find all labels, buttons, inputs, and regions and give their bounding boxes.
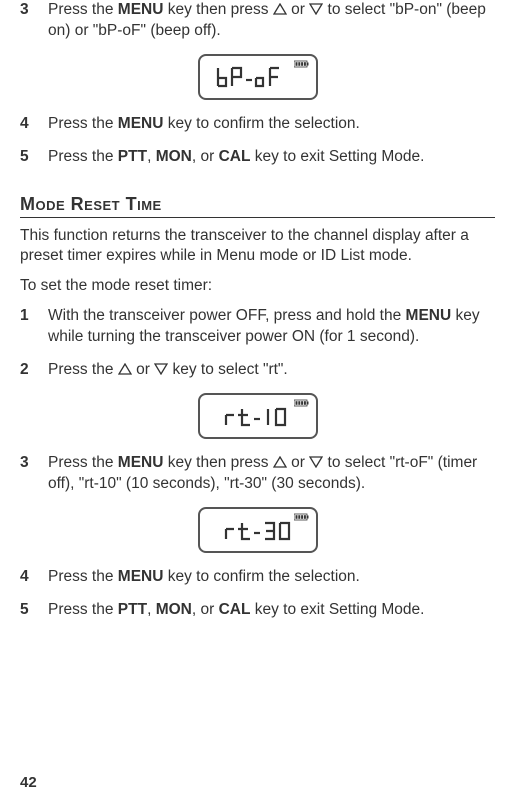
- step-number: 1: [20, 306, 48, 348]
- step-number: 5: [20, 600, 48, 621]
- text: Press the: [48, 115, 118, 132]
- text: , or: [192, 148, 219, 165]
- step-1: 1 With the transceiver power OFF, press …: [20, 306, 495, 348]
- menu-key: MENU: [406, 307, 452, 324]
- ptt-key: PTT: [118, 148, 147, 165]
- text: Press the: [48, 361, 118, 378]
- text: key then press: [163, 454, 272, 471]
- menu-key: MENU: [118, 454, 164, 471]
- ptt-key: PTT: [118, 601, 147, 618]
- step-number: 3: [20, 453, 48, 495]
- battery-icon: [294, 60, 310, 68]
- text: Press the: [48, 454, 118, 471]
- lcd-display-rt30: [20, 507, 495, 553]
- lcd-display-bpof: [20, 54, 495, 100]
- lcd-text: [208, 401, 308, 431]
- text: key to exit Setting Mode.: [250, 601, 424, 618]
- cal-key: CAL: [219, 148, 251, 165]
- lead-paragraph: To set the mode reset timer:: [20, 276, 495, 296]
- battery-icon: [294, 399, 310, 407]
- step-number: 4: [20, 567, 48, 588]
- up-arrow-icon: [118, 361, 132, 373]
- step-number: 2: [20, 360, 48, 381]
- step-text: Press the MENU key to confirm the select…: [48, 567, 495, 588]
- cal-key: CAL: [219, 601, 251, 618]
- text: ,: [147, 601, 156, 618]
- step-number: 4: [20, 114, 48, 135]
- intro-paragraph: This function returns the transceiver to…: [20, 226, 495, 266]
- text: key then press: [163, 1, 272, 18]
- step-text: Press the MENU key then press or to sele…: [48, 453, 495, 495]
- step-text: Press the MENU key to confirm the select…: [48, 114, 495, 135]
- down-arrow-icon: [154, 361, 168, 373]
- step-4: 4 Press the MENU key to confirm the sele…: [20, 114, 495, 135]
- down-arrow-icon: [309, 1, 323, 13]
- menu-key: MENU: [118, 1, 164, 18]
- text: Press the: [48, 1, 118, 18]
- text: key to confirm the selection.: [163, 568, 359, 585]
- step-3b: 3 Press the MENU key then press or to se…: [20, 453, 495, 495]
- text: Press the: [48, 568, 118, 585]
- mon-key: MON: [156, 601, 192, 618]
- step-text: Press the PTT, MON, or CAL key to exit S…: [48, 600, 495, 621]
- step-5: 5 Press the PTT, MON, or CAL key to exit…: [20, 147, 495, 168]
- text: key to select "rt".: [168, 361, 288, 378]
- text: or: [132, 361, 154, 378]
- text: key to confirm the selection.: [163, 115, 359, 132]
- page-number: 42: [20, 774, 37, 791]
- text: or: [287, 454, 309, 471]
- battery-icon: [294, 513, 310, 521]
- lcd-text: [208, 62, 308, 92]
- step-text: Press the or key to select "rt".: [48, 360, 495, 381]
- step-text: With the transceiver power OFF, press an…: [48, 306, 495, 348]
- step-3: 3 Press the MENU key then press or to se…: [20, 0, 495, 42]
- lcd-text: [208, 515, 308, 545]
- section-title-mode-reset: Mode Reset Time: [20, 194, 495, 218]
- step-number: 5: [20, 147, 48, 168]
- mon-key: MON: [156, 148, 192, 165]
- text: , or: [192, 601, 219, 618]
- up-arrow-icon: [273, 454, 287, 466]
- lcd-display-rt10: [20, 393, 495, 439]
- text: Press the: [48, 601, 118, 618]
- text: ,: [147, 148, 156, 165]
- step-2: 2 Press the or key to select "rt".: [20, 360, 495, 381]
- step-text: Press the MENU key then press or to sele…: [48, 0, 495, 42]
- menu-key: MENU: [118, 115, 164, 132]
- menu-key: MENU: [118, 568, 164, 585]
- text: or: [287, 1, 309, 18]
- step-text: Press the PTT, MON, or CAL key to exit S…: [48, 147, 495, 168]
- step-5b: 5 Press the PTT, MON, or CAL key to exit…: [20, 600, 495, 621]
- step-number: 3: [20, 0, 48, 42]
- text: Press the: [48, 148, 118, 165]
- up-arrow-icon: [273, 1, 287, 13]
- text: key to exit Setting Mode.: [250, 148, 424, 165]
- text: With the transceiver power OFF, press an…: [48, 307, 406, 324]
- step-4b: 4 Press the MENU key to confirm the sele…: [20, 567, 495, 588]
- down-arrow-icon: [309, 454, 323, 466]
